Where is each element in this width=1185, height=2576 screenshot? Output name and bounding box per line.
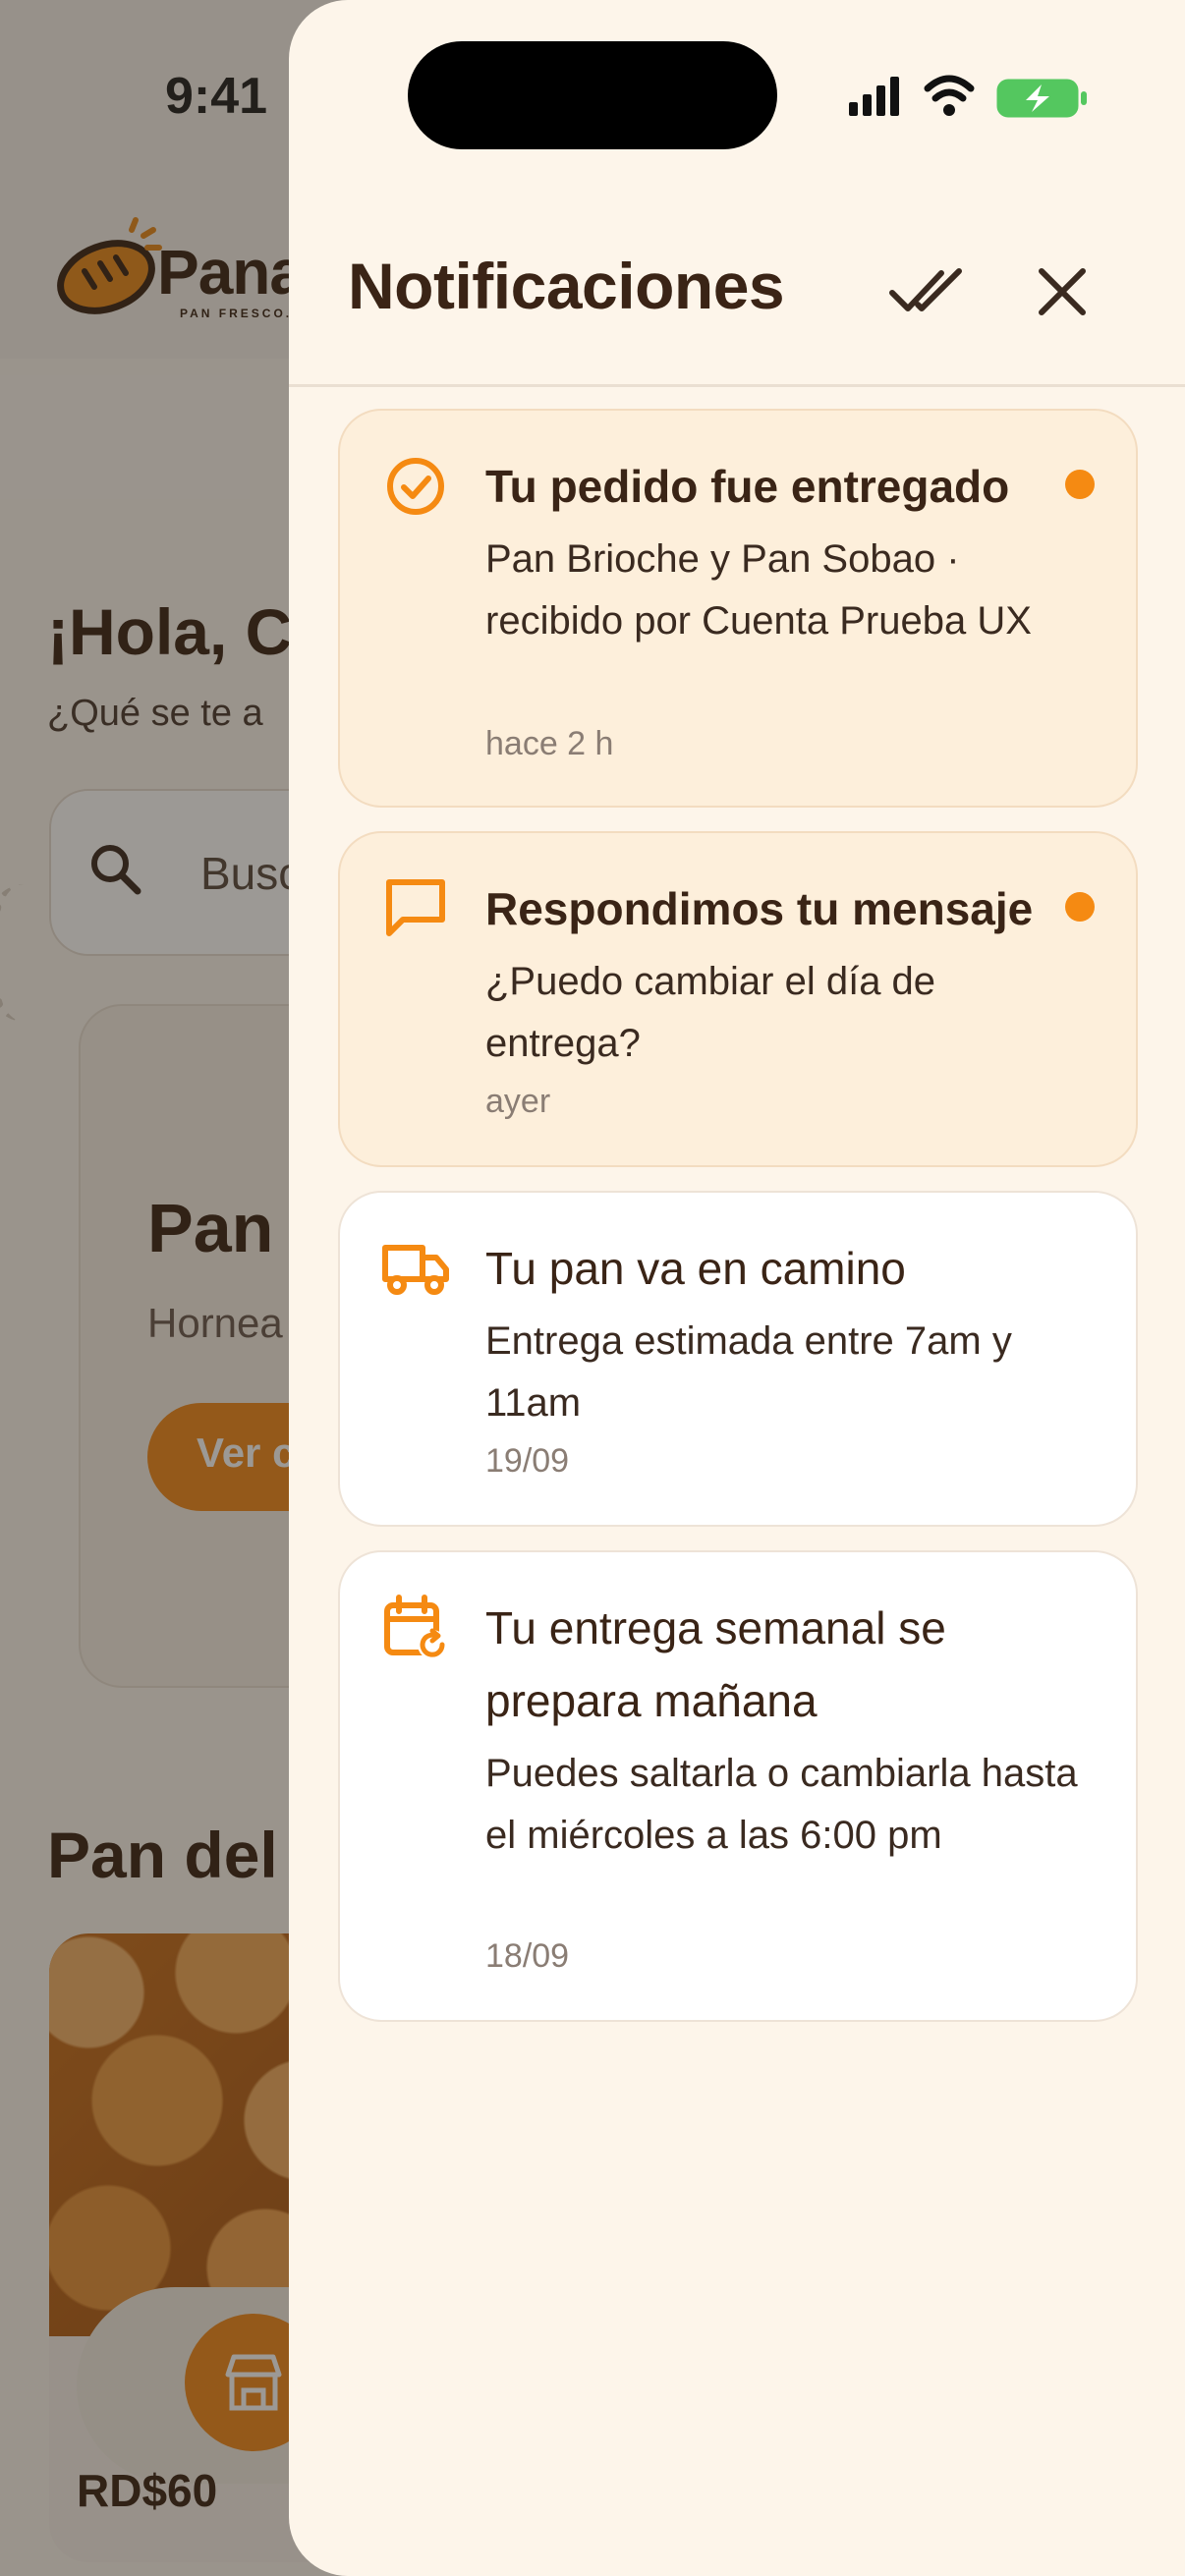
double-check-icon: [889, 268, 962, 311]
notification-item[interactable]: Respondimos tu mensaje ¿Puedo cambiar el…: [338, 831, 1138, 1167]
notification-time: 19/09: [485, 1442, 570, 1480]
dynamic-island: [408, 41, 777, 149]
signal-icon: [849, 77, 899, 116]
notification-title: Tu entrega semanal se prepara mañana: [485, 1602, 946, 1726]
notification-time: 18/09: [485, 1937, 570, 1975]
notification-item[interactable]: Tu entrega semanal se prepara mañana Pue…: [338, 1550, 1138, 2022]
unread-dot: [1065, 470, 1095, 499]
notification-item[interactable]: Tu pedido fue entregado Pan Brioche y Pa…: [338, 409, 1138, 808]
unread-dot: [1065, 892, 1095, 922]
notification-time: hace 2 h: [485, 725, 614, 762]
mark-all-read-button[interactable]: [888, 253, 967, 328]
notification-item[interactable]: Tu pan va en camino Entrega estimada ent…: [338, 1191, 1138, 1527]
close-icon: [1039, 268, 1086, 315]
notifications-drawer: Notificaciones Tu pedido fue entregado P…: [289, 0, 1185, 2576]
calendar-repeat-icon: [384, 1595, 447, 1659]
truck-icon: [382, 1245, 449, 1295]
notification-body: Entrega estimada entre 7am y 11am: [485, 1319, 1012, 1425]
notification-body: Pan Brioche y Pan Sobao · recibido por C…: [485, 537, 1032, 643]
drawer-title: Notificaciones: [348, 250, 785, 322]
status-icons: [849, 75, 1087, 118]
close-button[interactable]: [1028, 257, 1097, 326]
drawer-divider: [289, 384, 1185, 387]
notification-title: Tu pan va en camino: [485, 1243, 906, 1294]
notification-title: Tu pedido fue entregado: [485, 461, 1010, 512]
check-circle-icon: [387, 458, 444, 515]
notification-body: Puedes saltarla o cambiarla hasta el mié…: [485, 1752, 1078, 1857]
notification-title: Respondimos tu mensaje: [485, 883, 1034, 934]
notification-time: ayer: [485, 1083, 551, 1120]
battery-charging-icon: [996, 79, 1087, 118]
wifi-icon: [924, 75, 975, 116]
notification-body: ¿Puedo cambiar el día de entrega?: [485, 960, 936, 1065]
message-icon: [386, 879, 445, 936]
